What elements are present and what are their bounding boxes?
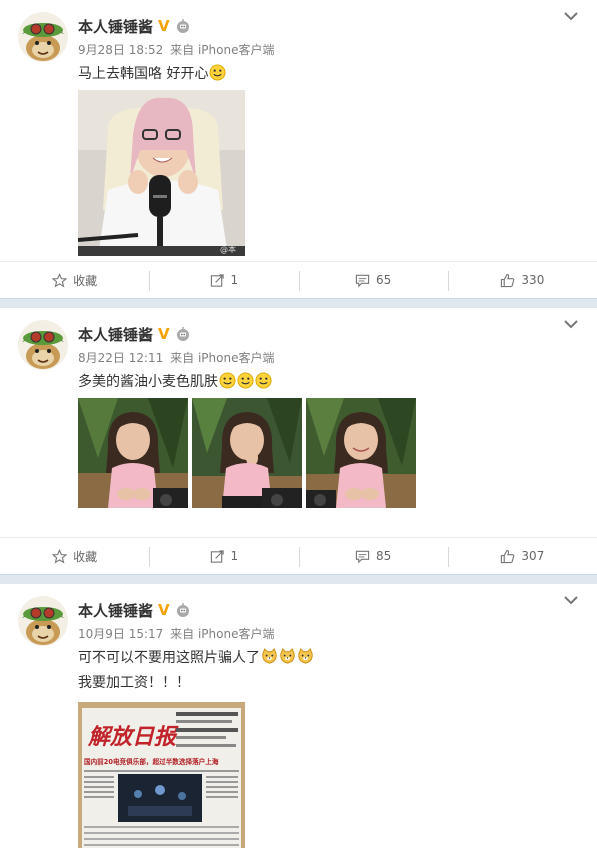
comment-count: 85 (375, 549, 392, 563)
favorite-label: 收藏 (73, 549, 98, 564)
post-image[interactable] (306, 398, 416, 508)
post-text: 可不可以不要用这照片骗人了 我要加工资！！！ (78, 647, 314, 694)
post-date[interactable]: 10月9日 15:17 (78, 627, 163, 641)
post-meta: 10月9日 15:17 来自 iPhone客户端 (78, 625, 277, 642)
thumb-up-icon (501, 549, 515, 563)
robot-icon (175, 326, 191, 342)
like-button[interactable]: 307 (447, 538, 597, 574)
post-image[interactable] (78, 398, 188, 508)
post-source: 来自 iPhone客户端 (170, 351, 275, 365)
post-text: 多美的酱油小麦色肌肤 (78, 371, 272, 393)
like-button[interactable]: 330 (447, 262, 597, 298)
weibo-feed: 本人锤锤酱 V 9月28日 18:52 来自 iPhone客户端 马上去韩国咯 … (0, 0, 597, 848)
repost-icon (210, 549, 224, 563)
comment-icon (355, 550, 370, 563)
robot-icon (175, 18, 191, 34)
verified-icon: V (158, 17, 170, 35)
user-name[interactable]: 本人锤锤酱 (78, 324, 153, 345)
robot-icon (175, 602, 191, 618)
avatar[interactable] (18, 596, 68, 646)
like-count: 330 (521, 273, 545, 287)
user-name-row: 本人锤锤酱 V (78, 599, 191, 621)
avatar[interactable] (18, 12, 68, 62)
post-text-line2: 我要加工资！！！ (78, 675, 190, 691)
post-date[interactable]: 9月28日 18:52 (78, 43, 163, 57)
repost-count: 1 (230, 549, 239, 563)
repost-button[interactable]: 1 (149, 262, 298, 298)
image-watermark: @本 (220, 244, 236, 254)
verified-icon: V (158, 601, 170, 619)
post-card: 本人锤锤酱 V 10月9日 15:17 来自 iPhone客户端 可不可以不要用… (0, 584, 597, 848)
post-date[interactable]: 8月22日 12:11 (78, 351, 163, 365)
newspaper-headline: 国内前20电竞俱乐部，超过半数选择落户上海 (84, 757, 219, 766)
post-text: 马上去韩国咯 好开心 (78, 63, 226, 85)
user-name-row: 本人锤锤酱 V (78, 323, 191, 345)
smile-emoji-icon (255, 372, 272, 389)
smile-emoji-icon (209, 64, 226, 81)
post-meta: 8月22日 12:11 来自 iPhone客户端 (78, 349, 277, 366)
favorite-button[interactable]: 收藏 (0, 262, 149, 298)
post-image[interactable] (192, 398, 302, 508)
post-text-line1: 可不可以不要用这照片骗人了 (78, 650, 260, 666)
smile-emoji-icon (237, 372, 254, 389)
repost-count: 1 (230, 273, 239, 287)
action-bar: 收藏 1 85 307 (0, 537, 597, 574)
avatar[interactable] (18, 320, 68, 370)
post-card: 本人锤锤酱 V 9月28日 18:52 来自 iPhone客户端 马上去韩国咯 … (0, 0, 597, 298)
post-image[interactable]: @本 (78, 90, 245, 256)
star-icon (52, 272, 68, 287)
doge-emoji-icon (298, 648, 313, 664)
doge-emoji-icon (280, 648, 295, 664)
post-separator (0, 298, 597, 308)
repost-button[interactable]: 1 (149, 538, 298, 574)
post-meta: 9月28日 18:52 来自 iPhone客户端 (78, 41, 277, 58)
chevron-down-icon[interactable] (561, 592, 581, 608)
comment-icon (355, 274, 370, 287)
newspaper-masthead: 解放日报 (87, 724, 179, 750)
chevron-down-icon[interactable] (561, 8, 581, 24)
like-count: 307 (521, 549, 545, 563)
user-name[interactable]: 本人锤锤酱 (78, 600, 153, 621)
user-name[interactable]: 本人锤锤酱 (78, 16, 153, 37)
post-card: 本人锤锤酱 V 8月22日 12:11 来自 iPhone客户端 多美的酱油小麦… (0, 308, 597, 574)
post-source: 来自 iPhone客户端 (170, 43, 275, 57)
post-separator (0, 574, 597, 584)
post-text-content: 马上去韩国咯 好开心 (78, 66, 209, 82)
smile-emoji-icon (219, 372, 236, 389)
comment-button[interactable]: 65 (298, 262, 448, 298)
favorite-button[interactable]: 收藏 (0, 538, 149, 574)
comment-button[interactable]: 85 (298, 538, 448, 574)
thumb-up-icon (501, 273, 515, 287)
post-source: 来自 iPhone客户端 (170, 627, 275, 641)
favorite-label: 收藏 (73, 273, 98, 288)
chevron-down-icon[interactable] (561, 316, 581, 332)
user-name-row: 本人锤锤酱 V (78, 15, 191, 37)
post-image[interactable]: 解放日报 国内前20电竞俱乐部，超过半数选择落户上海 (78, 702, 245, 848)
star-icon (52, 548, 68, 563)
comment-count: 65 (375, 273, 392, 287)
repost-icon (210, 273, 224, 287)
action-bar: 收藏 1 65 330 (0, 261, 597, 298)
post-text-content: 多美的酱油小麦色肌肤 (78, 374, 218, 390)
verified-icon: V (158, 325, 170, 343)
doge-emoji-icon (262, 648, 277, 664)
